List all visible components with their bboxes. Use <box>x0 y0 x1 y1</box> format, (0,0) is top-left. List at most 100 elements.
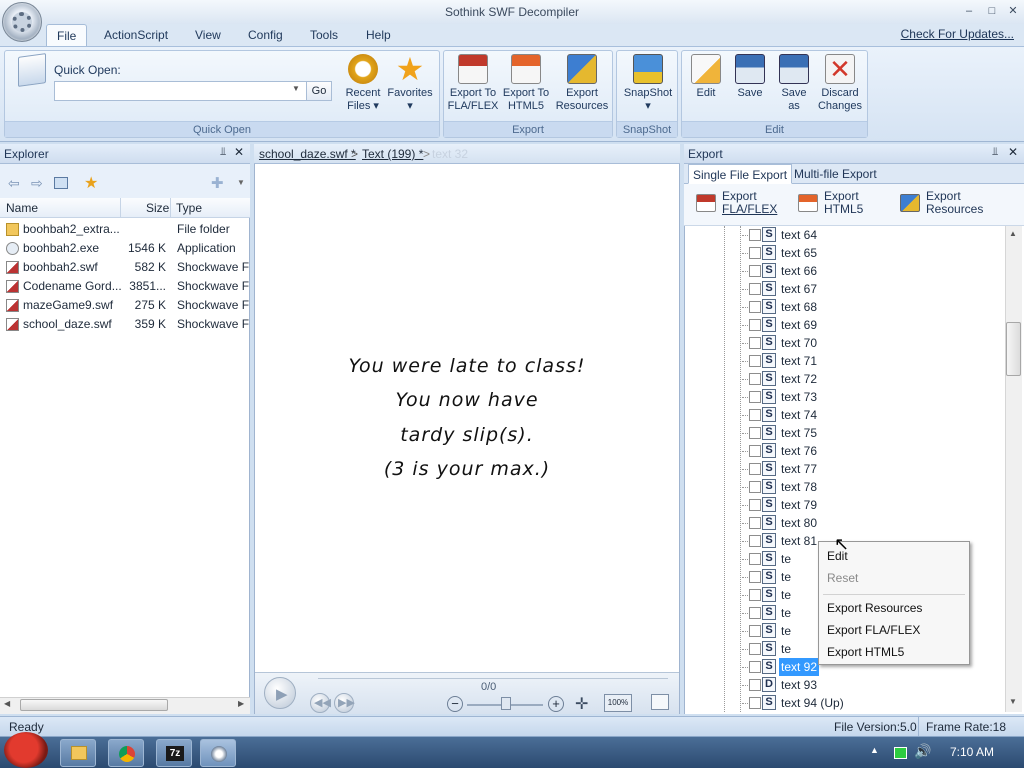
tree-checkbox[interactable] <box>749 499 761 511</box>
tab-config[interactable]: Config <box>238 24 293 46</box>
favorites-button[interactable]: ★ Favorites ▾ <box>386 53 434 113</box>
back-icon[interactable]: ⇦ <box>8 175 20 192</box>
tree-item[interactable]: Stext 70 <box>686 334 1004 352</box>
menu-item-reset[interactable]: Reset <box>827 571 858 585</box>
tree-checkbox[interactable] <box>749 283 761 295</box>
file-row[interactable]: boohbah2.exe 1546 K Application <box>0 239 250 258</box>
tree-item[interactable]: Stext 64 <box>686 226 1004 244</box>
column-size[interactable]: Size <box>146 201 169 215</box>
tree-checkbox[interactable] <box>749 319 761 331</box>
tree-checkbox[interactable] <box>749 355 761 367</box>
app-menu-button[interactable] <box>2 2 42 42</box>
tab-tools[interactable]: Tools <box>300 24 348 46</box>
forward-icon[interactable]: ⇨ <box>31 175 43 192</box>
tree-checkbox[interactable] <box>749 661 761 673</box>
timeline-track[interactable] <box>318 678 668 679</box>
tree-item[interactable]: Stext 79 <box>686 496 1004 514</box>
start-button[interactable] <box>4 732 48 768</box>
tree-item[interactable]: Stext 78 <box>686 478 1004 496</box>
tree-item[interactable]: Stext 67 <box>686 280 1004 298</box>
menu-item-export-fla-flex[interactable]: Export FLA/FLEX <box>827 623 920 637</box>
actual-size-button[interactable]: 100% <box>604 694 632 712</box>
menu-item-export-html5[interactable]: Export HTML5 <box>827 645 904 659</box>
tree-item[interactable]: Stext 72 <box>686 370 1004 388</box>
tree-item[interactable]: Stext 71 <box>686 352 1004 370</box>
maximize-button[interactable]: □ <box>983 3 1001 19</box>
close-button[interactable]: ✕ <box>1004 3 1022 19</box>
tree-checkbox[interactable] <box>749 481 761 493</box>
chevron-down-icon[interactable]: ▼ <box>237 178 245 187</box>
close-icon[interactable]: ✕ <box>1008 145 1018 159</box>
zoom-slider-thumb[interactable] <box>501 697 511 710</box>
menu-item-export-resources[interactable]: Export Resources <box>827 601 922 615</box>
dropdown-arrow-icon[interactable]: ▼ <box>292 84 300 93</box>
tree-item[interactable]: Stext 69 <box>686 316 1004 334</box>
scroll-down-icon[interactable]: ▼ <box>1009 697 1017 706</box>
file-row[interactable]: Codename Gord... 3851... Shockwave Fl <box>0 277 250 296</box>
tab-actionscript[interactable]: ActionScript <box>94 24 178 46</box>
tree-item[interactable]: Stext 68 <box>686 298 1004 316</box>
taskbar-explorer[interactable] <box>60 739 96 767</box>
tree-checkbox[interactable] <box>749 391 761 403</box>
export-resources-pane-button[interactable]: Export Resources <box>900 190 990 216</box>
column-name[interactable]: Name <box>6 201 38 215</box>
tree-item[interactable]: Stext 76 <box>686 442 1004 460</box>
taskbar-swf-decompiler[interactable] <box>200 739 236 767</box>
taskbar-chrome[interactable] <box>108 739 144 767</box>
favorites-star-icon[interactable]: ★ <box>84 173 98 193</box>
tab-view[interactable]: View <box>185 24 231 46</box>
tab-multi-file-export[interactable]: Multi-file Export <box>790 164 881 184</box>
breadcrumb-file[interactable]: school_daze.swf * <box>259 144 356 164</box>
export-resources-button[interactable]: Export Resources <box>554 54 610 113</box>
tree-checkbox[interactable] <box>749 517 761 529</box>
tree-checkbox[interactable] <box>749 229 761 241</box>
zoom-in-icon[interactable]: + <box>548 696 564 712</box>
tree-checkbox[interactable] <box>749 445 761 457</box>
pin-icon[interactable]: ⫫ <box>220 146 226 159</box>
tree-checkbox[interactable] <box>749 643 761 655</box>
tree-item[interactable]: Stext 94 (Up) <box>686 694 1004 712</box>
discard-changes-button[interactable]: ✕ Discard Changes <box>816 54 864 113</box>
scroll-left-icon[interactable]: ◀ <box>4 699 10 708</box>
tree-checkbox[interactable] <box>749 679 761 691</box>
edit-button[interactable]: Edit <box>686 54 726 100</box>
tree-checkbox[interactable] <box>749 265 761 277</box>
minimize-button[interactable]: – <box>960 3 978 19</box>
check-updates-link[interactable]: Check For Updates... <box>901 27 1014 41</box>
file-row[interactable]: boohbah2_extra... File folder <box>0 220 250 239</box>
tab-file[interactable]: File <box>46 24 88 46</box>
tree-checkbox[interactable] <box>749 589 761 601</box>
scrollbar-thumb[interactable] <box>20 699 168 711</box>
tree-checkbox[interactable] <box>749 337 761 349</box>
tree-checkbox[interactable] <box>749 409 761 421</box>
quick-open-input[interactable] <box>54 81 308 101</box>
tree-item[interactable]: Stext 80 <box>686 514 1004 532</box>
go-button[interactable]: Go <box>306 81 332 101</box>
tree-item[interactable]: Dtext 93 <box>686 676 1004 694</box>
save-as-button[interactable]: Save as <box>774 54 814 113</box>
play-button[interactable]: ▶ <box>264 677 296 709</box>
tab-help[interactable]: Help <box>356 24 401 46</box>
taskbar-7zip[interactable]: 7z <box>156 739 192 767</box>
rewind-button[interactable]: ◀◀ <box>310 693 331 713</box>
tree-checkbox[interactable] <box>749 427 761 439</box>
zoom-out-icon[interactable]: − <box>447 696 463 712</box>
tray-expand-icon[interactable]: ▲ <box>870 745 879 755</box>
tree-item[interactable]: Stext 65 <box>686 244 1004 262</box>
scroll-up-icon[interactable]: ▲ <box>1009 229 1017 238</box>
close-icon[interactable]: ✕ <box>234 145 244 159</box>
vertical-scrollbar[interactable] <box>1005 226 1022 712</box>
file-row[interactable]: school_daze.swf 359 K Shockwave Fl <box>0 315 250 334</box>
breadcrumb-node[interactable]: Text (199) * <box>362 144 423 164</box>
tree-item[interactable]: Stext 75 <box>686 424 1004 442</box>
tree-checkbox[interactable] <box>749 607 761 619</box>
export-fla-flex-button[interactable]: Export FLA/FLEX <box>696 190 786 216</box>
tree-checkbox[interactable] <box>749 301 761 313</box>
tree-item[interactable]: Stext 66 <box>686 262 1004 280</box>
clock[interactable]: 7:10 AM <box>950 745 994 759</box>
pin-icon[interactable]: ⫫ <box>992 146 998 159</box>
scroll-right-icon[interactable]: ▶ <box>238 699 244 708</box>
network-icon[interactable] <box>894 747 907 759</box>
fast-forward-button[interactable]: ▶▶ <box>334 693 355 713</box>
move-icon[interactable]: ✛ <box>575 694 588 714</box>
